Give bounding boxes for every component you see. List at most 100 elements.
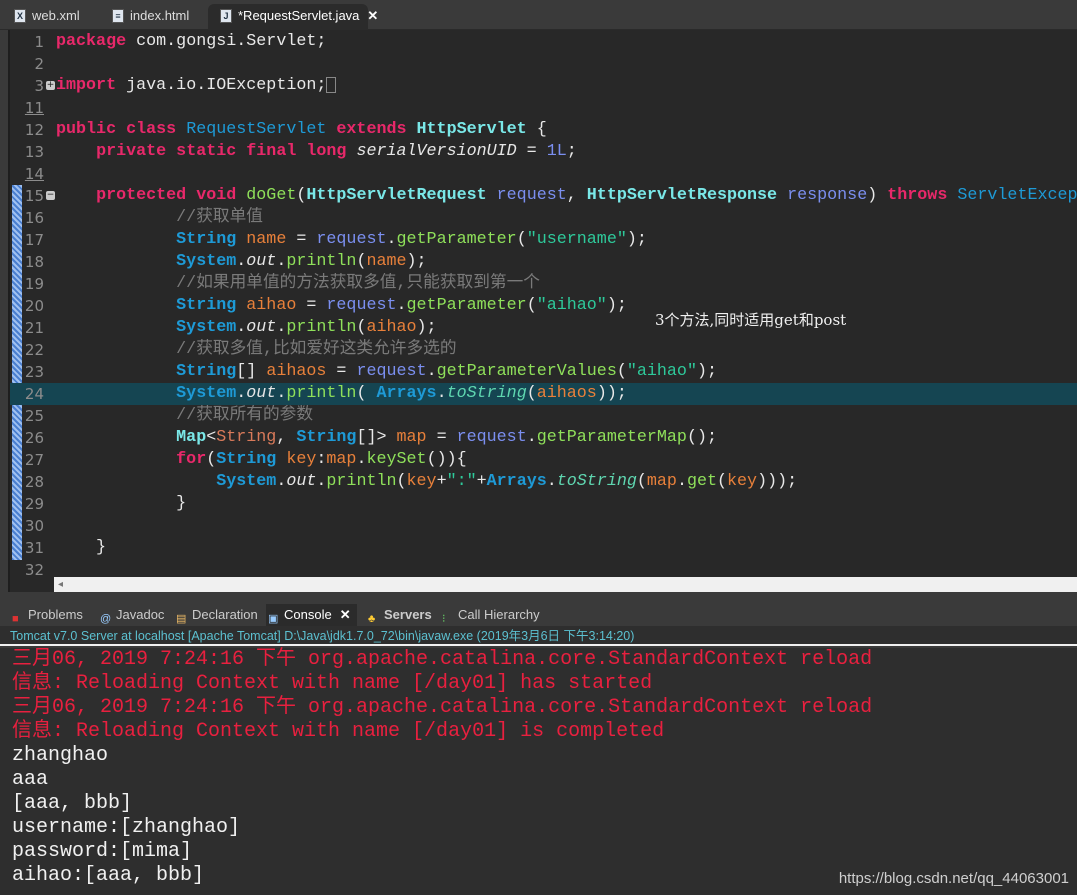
code-line[interactable]: 15− protected void doGet(HttpServletRequ… [10, 185, 1077, 207]
code-token: System [176, 384, 237, 403]
tab-problems[interactable]: ■ Problems [10, 604, 83, 626]
code-token: //如果用单值的方法获取多值,只能获取到第一个 [56, 274, 540, 293]
expand-icon[interactable]: + [46, 81, 55, 90]
tab-web-xml[interactable]: Xweb.xml [2, 4, 102, 30]
tab-servers[interactable]: ♣ Servers [366, 604, 432, 626]
tab-request-servlet-java[interactable]: J *RequestServlet.java ✕ [208, 4, 378, 30]
code-line[interactable]: 25 //获取所有的参数 [10, 405, 1077, 427]
code-line[interactable]: 18 System.out.println(name); [10, 251, 1077, 273]
scroll-left-icon[interactable]: ◂ [58, 579, 63, 590]
code-line[interactable]: 13 private static final long serialVersi… [10, 141, 1077, 163]
code-token: Arrays [486, 472, 547, 491]
code-token: String [296, 428, 357, 447]
code-token: private static final long [96, 142, 357, 161]
code-line[interactable]: 22 //获取多值,比如爱好这类允许多选的 [10, 339, 1077, 361]
code-text: //获取多值,比如爱好这类允许多选的 [56, 339, 1077, 361]
code-line[interactable]: 2 [10, 53, 1077, 75]
code-token: //获取多值,比如爱好这类允许多选的 [56, 340, 457, 359]
code-text: } [56, 537, 1077, 559]
line-number: 30 [24, 517, 44, 535]
code-text: //获取所有的参数 [56, 405, 1077, 427]
code-text: System.out.println(aihao); [56, 317, 1077, 339]
console-header: Tomcat v7.0 Server at localhost [Apache … [0, 626, 1077, 646]
code-token: ) [867, 186, 888, 205]
watermark: https://blog.csdn.net/qq_44063001 [838, 870, 1069, 887]
code-text: import java.io.IOException; [56, 75, 1077, 97]
code-line[interactable]: 20 String aihao = request.getParameter("… [10, 295, 1077, 317]
code-token: get [686, 472, 718, 491]
line-number: 2 [34, 55, 44, 73]
code-text: //如果用单值的方法获取多值,只能获取到第一个 [56, 273, 1077, 295]
code-line[interactable]: 1 package com.gongsi.Servlet; [10, 31, 1077, 53]
horizontal-scrollbar[interactable]: ◂ [54, 577, 1077, 592]
code-token: String [216, 450, 277, 469]
code-token: keySet [366, 450, 427, 469]
code-token: toString [556, 472, 637, 491]
code-token: { [526, 120, 547, 139]
code-token: map [326, 450, 357, 469]
code-text: package com.gongsi.Servlet; [56, 31, 1077, 53]
code-token: . [236, 384, 247, 403]
console-output[interactable]: 三月06, 2019 7:24:16 下午 org.apache.catalin… [0, 648, 1077, 895]
line-number: 28 [24, 473, 44, 491]
code-token: System [216, 472, 277, 491]
code-line[interactable]: 16 //获取单值 [10, 207, 1077, 229]
code-line[interactable]: 24 System.out.println( Arrays.toString(a… [10, 383, 1077, 405]
code-line[interactable]: 23 String[] aihaos = request.getParamete… [10, 361, 1077, 383]
collapsed-imports-icon[interactable] [326, 76, 337, 93]
code-token: HttpServletResponse [586, 186, 778, 205]
line-number: 16 [24, 209, 44, 227]
code-text: protected void doGet(HttpServletRequest … [56, 185, 1077, 207]
code-line[interactable]: 30 [10, 515, 1077, 537]
tab-index-html[interactable]: ≡ index.html [100, 4, 212, 30]
code-token: . [316, 472, 327, 491]
editor-tab-bar: Xweb.xml ≡ index.html J *RequestServlet.ja… [0, 0, 1077, 30]
code-token: out [286, 472, 317, 491]
code-text: for(String key:map.keySet()){ [56, 449, 1077, 471]
code-line[interactable]: 26 Map<String, String[]> map = request.g… [10, 427, 1077, 449]
line-number: 23 [24, 363, 44, 381]
code-editor[interactable]: 1 package com.gongsi.Servlet; 2 3 + import ja… [8, 30, 1077, 592]
collapse-icon[interactable]: − [46, 191, 55, 200]
line-number: 27 [24, 451, 44, 469]
code-token: [] [236, 362, 267, 381]
code-token: String [176, 230, 237, 249]
code-token: . [276, 472, 287, 491]
code-line[interactable]: 3 + import java.io.IOException; [10, 75, 1077, 97]
code-token: } [56, 538, 107, 557]
line-number: 25 [24, 407, 44, 425]
code-token: )); [596, 384, 627, 403]
code-line[interactable]: 21 System.out.println(aihao); [10, 317, 1077, 339]
code-lines: 1 package com.gongsi.Servlet; 2 3 + import ja… [10, 31, 1077, 581]
code-token: ":" [446, 472, 477, 491]
close-icon[interactable]: ✕ [367, 8, 378, 23]
code-line[interactable]: 29 } [10, 493, 1077, 515]
code-token: < [206, 428, 217, 447]
code-token: println [286, 252, 357, 271]
code-line[interactable]: 11 [10, 97, 1077, 119]
code-token: public class [56, 120, 187, 139]
code-line[interactable]: 14 [10, 163, 1077, 185]
code-line[interactable]: 28 System.out.println(key+":"+Arrays.toS… [10, 471, 1077, 493]
code-text: System.out.println(key+":"+Arrays.toStri… [56, 471, 1077, 493]
code-token: request [316, 230, 387, 249]
tab-declaration[interactable]: ▤ Declaration [174, 604, 258, 626]
tab-javadoc[interactable]: @ Javadoc [98, 604, 164, 626]
line-number: 20 [24, 297, 44, 315]
code-line[interactable]: 31 } [10, 537, 1077, 559]
code-token: . [526, 428, 537, 447]
code-line[interactable]: 17 String name = request.getParameter("u… [10, 229, 1077, 251]
code-line[interactable]: 12 public class RequestServlet extends Ht… [10, 119, 1077, 141]
code-line[interactable]: 19 //如果用单值的方法获取多值,只能获取到第一个 [10, 273, 1077, 295]
code-line[interactable]: 27 for(String key:map.keySet()){ [10, 449, 1077, 471]
console-line: 三月06, 2019 7:24:16 下午 org.apache.catalin… [12, 696, 873, 719]
tab-call-hierarchy[interactable]: ⁝ Call Hierarchy [440, 604, 540, 626]
tab-console[interactable]: ▣ Console ✕ [266, 604, 357, 626]
code-token: key [727, 472, 758, 491]
close-icon[interactable]: ✕ [340, 607, 351, 622]
code-token: extends [326, 120, 417, 139]
